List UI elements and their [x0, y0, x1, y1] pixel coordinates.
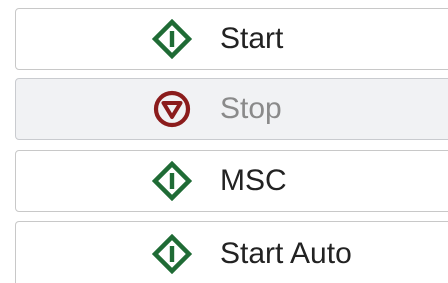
start-diamond-icon: [152, 19, 192, 59]
stop-button[interactable]: Stop: [15, 78, 448, 140]
stop-circle-icon: [153, 90, 191, 128]
start-diamond-icon: [152, 233, 192, 274]
msc-button[interactable]: MSC: [15, 150, 448, 212]
start-auto-button-label: Start Auto: [220, 236, 352, 270]
start-button-label: Start: [220, 22, 284, 55]
stop-button-label: Stop: [220, 92, 282, 125]
start-auto-button[interactable]: Start Auto: [15, 221, 448, 283]
start-button[interactable]: Start: [15, 8, 448, 70]
start-diamond-icon: [152, 161, 192, 201]
msc-button-label: MSC: [220, 164, 287, 197]
